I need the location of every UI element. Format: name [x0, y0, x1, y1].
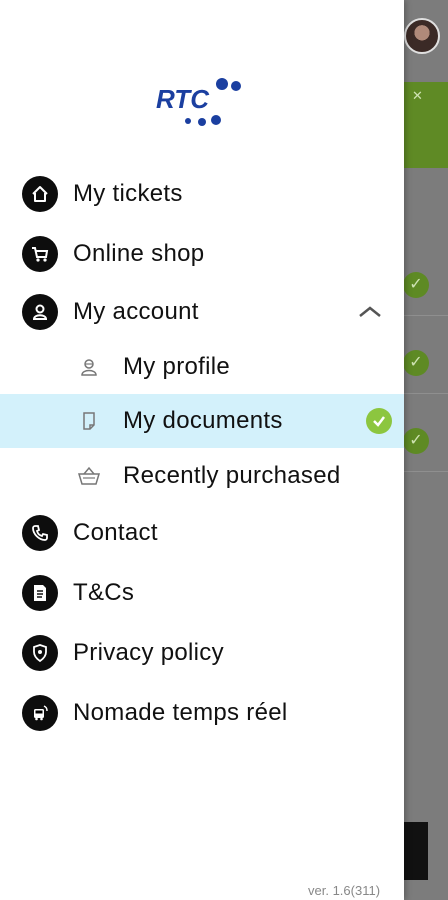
menu-item-tcs[interactable]: T&Cs: [0, 566, 404, 620]
close-icon: ✕: [412, 88, 423, 103]
chevron-up-icon[interactable]: [356, 302, 384, 322]
cart-icon: [22, 236, 58, 272]
version-label: ver. 1.6(311): [308, 883, 381, 898]
menu-item-nomade-temps-reel[interactable]: Nomade temps réel: [0, 686, 404, 740]
bus-icon: [22, 695, 58, 731]
shield-icon: [22, 635, 58, 671]
menu-item-my-account[interactable]: My account: [0, 285, 404, 339]
profile-icon: [77, 355, 101, 379]
check-icon: ✓: [403, 272, 429, 298]
divider: [404, 315, 448, 316]
menu-label: My tickets: [73, 180, 183, 207]
menu-label: Online shop: [73, 240, 205, 267]
submenu-label: My profile: [123, 353, 231, 380]
divider: [404, 393, 448, 394]
avatar: [404, 18, 440, 54]
submenu-item-my-profile[interactable]: My profile: [0, 340, 404, 394]
navigation-drawer: RTC My tickets Online shop My account My…: [0, 0, 404, 900]
menu-item-my-tickets[interactable]: My tickets: [0, 167, 404, 221]
svg-text:RTC: RTC: [156, 84, 210, 114]
menu-label: Contact: [73, 519, 158, 546]
check-icon: [366, 408, 392, 434]
background-bottom-bar: [404, 822, 428, 880]
menu-item-online-shop[interactable]: Online shop: [0, 227, 404, 281]
check-icon: ✓: [403, 350, 429, 376]
submenu-label: My documents: [123, 407, 283, 434]
menu-label: T&Cs: [73, 579, 135, 606]
submenu-item-recently-purchased[interactable]: Recently purchased: [0, 449, 404, 503]
menu-label: My account: [73, 298, 199, 325]
terms-icon: [22, 575, 58, 611]
background-banner: [404, 82, 448, 168]
document-icon: [77, 409, 101, 433]
menu-label: Nomade temps réel: [73, 699, 288, 726]
basket-icon: [77, 464, 101, 488]
divider: [404, 471, 448, 472]
menu-item-contact[interactable]: Contact: [0, 506, 404, 560]
menu-label: Privacy policy: [73, 639, 224, 666]
phone-icon: [22, 515, 58, 551]
submenu-item-my-documents[interactable]: My documents: [0, 394, 404, 448]
rtc-logo: RTC: [156, 78, 241, 126]
person-icon: [22, 294, 58, 330]
submenu-label: Recently purchased: [123, 462, 341, 489]
home-icon: [22, 176, 58, 212]
check-icon: ✓: [403, 428, 429, 454]
menu-item-privacy-policy[interactable]: Privacy policy: [0, 626, 404, 680]
